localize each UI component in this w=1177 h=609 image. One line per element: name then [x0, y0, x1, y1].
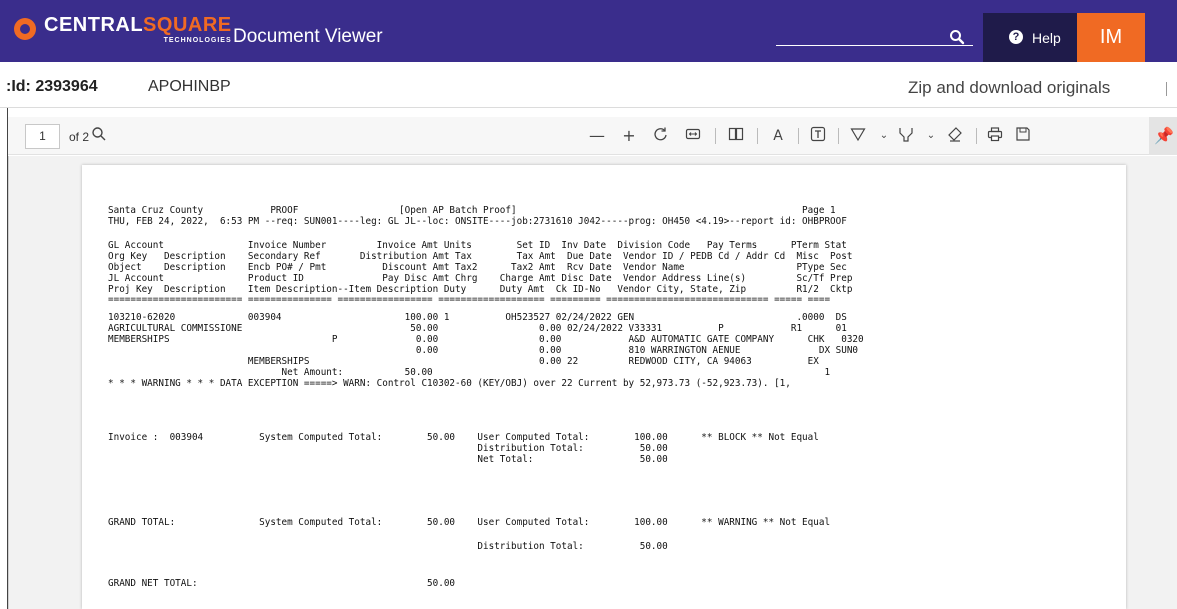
fit-width-icon[interactable] [683, 126, 703, 146]
document-header: :Id: 2393964 APOHINBP Zip and download o… [0, 62, 1177, 108]
toolbar-divider [715, 128, 716, 144]
highlight-icon[interactable] [896, 126, 916, 146]
read-aloud-icon[interactable]: A [768, 126, 788, 146]
search-icon[interactable] [948, 28, 966, 46]
help-button[interactable] [983, 13, 1077, 62]
search-input[interactable] [776, 45, 973, 46]
column-header-line: JL Account Product ID Pay Disc Amt Chrg … [108, 273, 853, 284]
logo-word-2: SQUARE [143, 13, 232, 36]
invoice-total-line: Net Total: 50.00 [108, 454, 668, 465]
detail-line: 103210-62020 003904 100.00 1 OH523527 02… [108, 312, 847, 323]
grand-total-line: Distribution Total: 50.00 [108, 541, 668, 552]
document-viewer-app: CENTRALSQUARE TECHNOLOGIES Document View… [0, 0, 1177, 609]
page-total: of 2 [69, 130, 90, 144]
pin-icon: 📌 [1154, 126, 1174, 145]
column-header-line: GL Account Invoice Number Invoice Amt Un… [108, 240, 847, 251]
header-separator: ======================== ===============… [108, 294, 831, 305]
logo-text: CENTRALSQUARE TECHNOLOGIES [44, 15, 232, 44]
rotate-icon[interactable] [651, 126, 671, 146]
detail-line: Net Amount: 50.00 1 [108, 367, 831, 378]
toolbar-divider [757, 128, 758, 144]
detail-line: AGRICULTURAL COMMISSIONE 50.00 0.00 02/2… [108, 323, 847, 334]
document-page[interactable]: Santa Cruz County PROOF [Open AP Batch P… [82, 165, 1126, 609]
pin-button[interactable]: 📌 [1149, 117, 1177, 155]
centralsquare-logo[interactable]: CENTRALSQUARE TECHNOLOGIES [14, 11, 232, 47]
toolbar-divider [976, 128, 977, 144]
report-header-line-2: THU, FEB 24, 2022, 6:53 PM --req: SUN001… [108, 216, 847, 227]
column-header-line: Object Description Encb PO# / Pmt Discou… [108, 262, 847, 273]
warning-line: * * * WARNING * * * DATA EXCEPTION =====… [108, 378, 791, 389]
report-header-line-1: Santa Cruz County PROOF [Open AP Batch P… [108, 205, 836, 216]
logo-mark-icon [14, 18, 36, 40]
chevron-down-icon[interactable]: ⌄ [921, 126, 941, 146]
app-title: Document Viewer [233, 26, 383, 47]
help-icon: ? [1009, 30, 1023, 44]
zoom-in-icon[interactable]: + [619, 126, 639, 146]
chevron-down-icon[interactable]: ⌄ [874, 126, 894, 146]
column-header-line: Org Key Description Secondary Ref Distri… [108, 251, 853, 262]
page-number-input[interactable]: 1 [25, 124, 60, 149]
text-icon[interactable] [808, 126, 828, 146]
logo-word-1: CENTRAL [44, 13, 144, 36]
help-label: Help [1032, 30, 1061, 46]
panel-edge-icon[interactable] [1166, 82, 1176, 96]
invoice-total-line: Distribution Total: 50.00 [108, 443, 668, 454]
top-bar: CENTRALSQUARE TECHNOLOGIES Document View… [0, 0, 1177, 62]
user-avatar-button[interactable]: IM [1077, 13, 1145, 62]
save-icon[interactable] [1013, 126, 1033, 146]
detail-line: MEMBERSHIPS 0.00 22 REDWOOD CITY, CA 940… [108, 356, 819, 367]
print-icon[interactable] [985, 126, 1005, 146]
grand-total-line: GRAND TOTAL: System Computed Total: 50.0… [108, 517, 831, 528]
toolbar-divider [838, 128, 839, 144]
viewer-toolbar: 1 of 2 — + A ⌄ ⌄ 📌 [8, 117, 1177, 155]
search-icon[interactable] [89, 126, 109, 146]
page-view-icon[interactable] [726, 126, 746, 146]
zip-download-link[interactable]: Zip and download originals [908, 78, 1110, 98]
draw-icon[interactable] [848, 126, 868, 146]
toolbar-divider [798, 128, 799, 144]
logo-subtitle: TECHNOLOGIES [163, 36, 232, 44]
detail-line: 0.00 0.00 810 WARRINGTON AENUE DX SUN0 [108, 345, 859, 356]
document-id: :Id: 2393964 [6, 78, 98, 95]
invoice-total-line: Invoice : 003904 System Computed Total: … [108, 432, 819, 443]
logo-wordmark: CENTRALSQUARE [44, 15, 232, 35]
document-code: APOHINBP [148, 78, 231, 95]
zoom-out-icon[interactable]: — [587, 126, 607, 146]
grand-net-total-line: GRAND NET TOTAL: 50.00 [108, 578, 456, 589]
erase-icon[interactable] [945, 126, 965, 146]
detail-line: MEMBERSHIPS P 0.00 0.00 A&D AUTOMATIC GA… [108, 334, 864, 345]
